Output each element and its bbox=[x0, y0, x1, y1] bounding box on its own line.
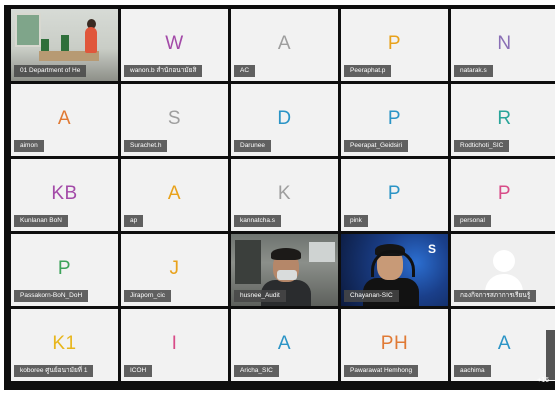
participant-tile[interactable]: A AC bbox=[231, 9, 338, 81]
video-gallery-frame: 01 Department of He Wwanon.b สำนักอนามัยส… bbox=[4, 5, 555, 390]
participant-name-label: koboree ศูนย์อนามัยที่ 1 bbox=[14, 365, 94, 377]
participant-grid: 01 Department of He Wwanon.b สำนักอนามัยส… bbox=[11, 9, 555, 381]
participant-tile[interactable]: P Peeraphat.p bbox=[341, 9, 448, 81]
participant-tile[interactable]: R Rodtichoti_SIC bbox=[451, 84, 555, 156]
participant-tile[interactable]: กองกิจการสภาการเรียนรู้ bbox=[451, 234, 555, 306]
participant-tile[interactable]: KB Kunlanan BoN bbox=[11, 159, 118, 231]
participant-initials: K1 bbox=[52, 333, 77, 354]
participant-initials: P bbox=[497, 183, 512, 204]
default-avatar-icon bbox=[493, 250, 515, 272]
more-participants-count[interactable]: +16 bbox=[537, 377, 549, 384]
participant-tile[interactable]: Aap bbox=[121, 159, 228, 231]
participant-name-label: Aricha_SIC bbox=[234, 365, 279, 377]
participant-name-label: kannatcha.s bbox=[234, 215, 282, 227]
brand-logo-icon: S bbox=[427, 242, 436, 256]
participant-name-label: กองกิจการสภาการเรียนรู้ bbox=[454, 290, 537, 302]
participant-initials: P bbox=[57, 258, 72, 279]
participant-name-label: wanon.b สำนักอนามัยสิ bbox=[124, 65, 203, 77]
participant-initials: I bbox=[171, 333, 178, 354]
participant-name-label: Kunlanan BoN bbox=[14, 215, 68, 227]
participant-tile[interactable]: P Peerapat_Geidsiri bbox=[341, 84, 448, 156]
participant-name-label: Jiraporn_cic bbox=[124, 290, 172, 302]
participant-tile[interactable]: J Jiraporn_cic bbox=[121, 234, 228, 306]
participant-tile[interactable]: I ICOH bbox=[121, 309, 228, 381]
participant-initials: A bbox=[497, 333, 512, 354]
participant-name-label: natarak.s bbox=[454, 65, 493, 77]
participant-initials: W bbox=[165, 33, 184, 54]
participant-name-label: aimon bbox=[14, 140, 44, 152]
participant-initials: P bbox=[387, 183, 402, 204]
participant-name-label: Passakorn-BoN_DoH bbox=[14, 290, 89, 302]
participant-video-tile[interactable]: husnee_Audit bbox=[231, 234, 338, 306]
participant-initials: A bbox=[277, 333, 292, 354]
participant-tile[interactable]: S Surachet.h bbox=[121, 84, 228, 156]
participant-tile[interactable]: Ppersonal bbox=[451, 159, 555, 231]
participant-initials: A bbox=[277, 33, 292, 54]
participant-name-label: 01 Department of He bbox=[14, 65, 87, 77]
participant-tile[interactable]: A Aricha_SIC bbox=[231, 309, 338, 381]
participant-initials: K bbox=[277, 183, 292, 204]
participant-tile[interactable]: Nnatarak.s bbox=[451, 9, 555, 81]
participant-name-label: aachima bbox=[454, 365, 491, 377]
participant-tile[interactable]: PH Pawarawat Hemhong bbox=[341, 309, 448, 381]
participant-initials: KB bbox=[51, 183, 78, 204]
participant-video-tile[interactable]: S Chayanan-SIC bbox=[341, 234, 448, 306]
participant-name-label: husnee_Audit bbox=[234, 290, 286, 302]
participant-name-label: Surachet.h bbox=[124, 140, 168, 152]
gallery-scroll-strip[interactable] bbox=[546, 330, 555, 380]
participant-name-label: AC bbox=[234, 65, 256, 77]
participant-name-label: ap bbox=[124, 215, 144, 227]
participant-tile[interactable]: K1 koboree ศูนย์อนามัยที่ 1 bbox=[11, 309, 118, 381]
participant-tile[interactable]: Ppink bbox=[341, 159, 448, 231]
participant-initials: N bbox=[497, 33, 512, 54]
participant-tile[interactable]: Wwanon.b สำนักอนามัยสิ bbox=[121, 9, 228, 81]
participant-initials: A bbox=[167, 183, 182, 204]
participant-name-label: Peerapat_Geidsiri bbox=[344, 140, 409, 152]
participant-initials: A bbox=[57, 108, 72, 129]
participant-initials: PH bbox=[380, 333, 409, 354]
participant-name-label: pink bbox=[344, 215, 368, 227]
participant-initials: S bbox=[167, 108, 182, 129]
participant-video-tile[interactable]: 01 Department of He bbox=[11, 9, 118, 81]
participant-tile[interactable]: Kkannatcha.s bbox=[231, 159, 338, 231]
participant-initials: D bbox=[277, 108, 292, 129]
participant-name-label: ICOH bbox=[124, 365, 153, 377]
participant-name-label: Rodtichoti_SIC bbox=[454, 140, 510, 152]
participant-initials: P bbox=[387, 108, 402, 129]
participant-tile[interactable]: D Darunee bbox=[231, 84, 338, 156]
participant-name-label: Pawarawat Hemhong bbox=[344, 365, 419, 377]
participant-name-label: Peeraphat.p bbox=[344, 65, 392, 77]
participant-initials: P bbox=[387, 33, 402, 54]
participant-tile[interactable]: Aaimon bbox=[11, 84, 118, 156]
participant-name-label: Chayanan-SIC bbox=[344, 290, 399, 302]
participant-name-label: Darunee bbox=[234, 140, 271, 152]
participant-tile[interactable]: Aaachima bbox=[451, 309, 555, 381]
participant-initials: J bbox=[169, 258, 180, 279]
participant-tile[interactable]: P Passakorn-BoN_DoH bbox=[11, 234, 118, 306]
participant-name-label: personal bbox=[454, 215, 491, 227]
participant-initials: R bbox=[497, 108, 512, 129]
